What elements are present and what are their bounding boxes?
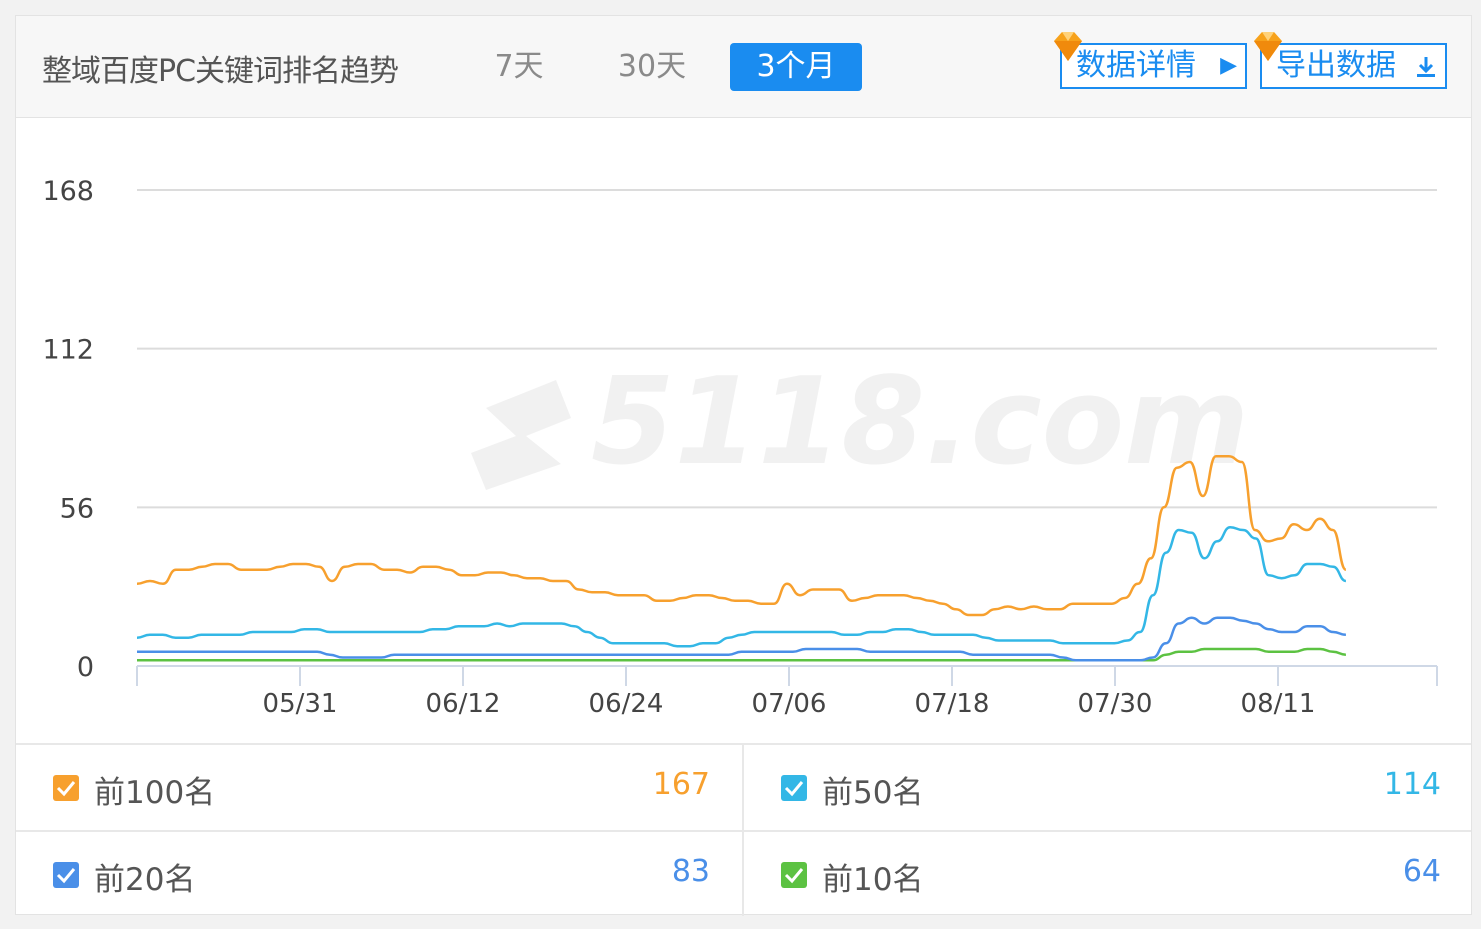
- legend-value: 83: [671, 854, 710, 889]
- tab-30-days[interactable]: 30天: [602, 43, 702, 91]
- legend-summary: 前100名 167 前50名 114 前20名 83 前10名 64: [16, 743, 1471, 916]
- data-details-label: 数据详情: [1076, 48, 1196, 83]
- legend-label: 前10名: [822, 862, 924, 898]
- x-tick-label: 06/24: [589, 689, 664, 719]
- vip-diamond-icon: [1254, 32, 1282, 61]
- x-tick-label: 07/06: [752, 689, 827, 719]
- x-tick-label: 07/18: [915, 689, 990, 719]
- legend-item-top20[interactable]: 前20名 83: [16, 832, 742, 917]
- trend-line-chart: 5118.com 0 56 112 168 05/31 06/12 06/24 07/06 0…: [42, 176, 1438, 719]
- legend-label: 前100名: [94, 775, 216, 811]
- vip-diamond-icon: [1054, 32, 1082, 61]
- caret-right-icon: ▶: [1220, 53, 1237, 78]
- x-tick-label: 08/11: [1241, 689, 1316, 719]
- y-tick-label: 56: [60, 493, 94, 524]
- legend-value: 167: [652, 767, 710, 802]
- legend-item-top50[interactable]: 前50名 114: [744, 745, 1473, 830]
- checkbox-checked-icon[interactable]: [53, 862, 79, 888]
- ranking-trend-panel: 整域百度PC关键词排名趋势 7天 30天 3个月 数据详情 ▶ 导出数据 511…: [15, 15, 1472, 916]
- watermark-logo-icon: [471, 380, 571, 490]
- y-tick-label: 168: [42, 176, 94, 207]
- tab-7-days[interactable]: 7天: [474, 43, 564, 91]
- y-tick-label: 0: [77, 652, 94, 683]
- series-line: [136, 525, 1347, 648]
- legend-label: 前20名: [94, 862, 196, 898]
- legend-item-top10[interactable]: 前10名 64: [744, 832, 1473, 917]
- export-data-label: 导出数据: [1276, 48, 1396, 83]
- x-tick-label: 05/31: [263, 689, 338, 719]
- page-title: 整域百度PC关键词排名趋势: [42, 54, 399, 89]
- legend-value: 64: [1402, 854, 1441, 889]
- checkbox-checked-icon[interactable]: [53, 775, 79, 801]
- checkbox-checked-icon[interactable]: [781, 775, 807, 801]
- download-icon: [1417, 57, 1435, 77]
- checkbox-checked-icon[interactable]: [781, 862, 807, 888]
- y-tick-label: 112: [42, 335, 94, 366]
- panel-header: 整域百度PC关键词排名趋势 7天 30天 3个月 数据详情 ▶ 导出数据: [16, 16, 1471, 118]
- data-details-button[interactable]: 数据详情 ▶: [1054, 32, 1247, 89]
- watermark-text: 5118.com: [591, 353, 1249, 492]
- legend-label: 前50名: [822, 775, 924, 811]
- x-tick-label: 07/30: [1078, 689, 1153, 719]
- watermark: 5118.com: [471, 353, 1249, 492]
- legend-item-top100[interactable]: 前100名 167: [16, 745, 742, 830]
- x-tick-label: 06/12: [426, 689, 501, 719]
- tab-3-months[interactable]: 3个月: [730, 43, 862, 91]
- export-data-button[interactable]: 导出数据: [1254, 32, 1447, 89]
- legend-value: 114: [1383, 767, 1441, 802]
